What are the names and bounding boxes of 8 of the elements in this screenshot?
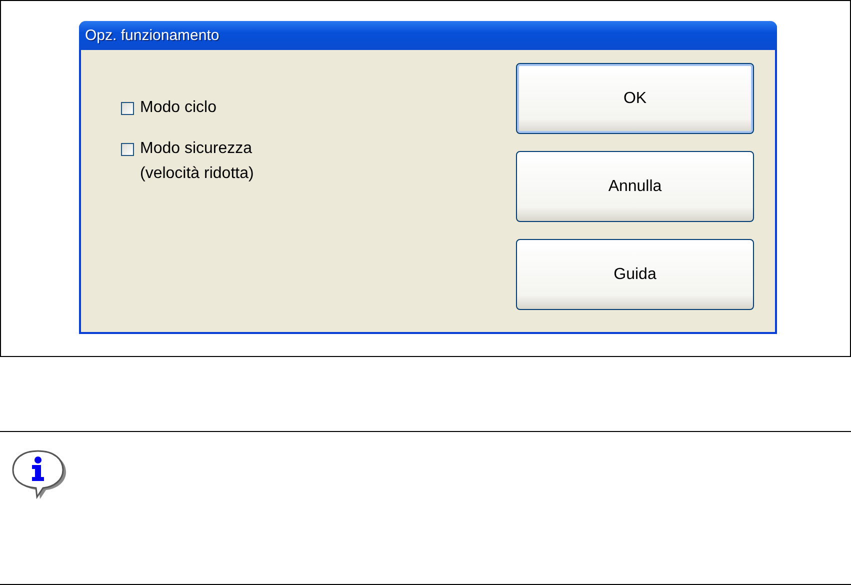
window-title: Opz. funzionamento — [79, 21, 777, 50]
dialog-button[interactable]: Annulla — [516, 151, 754, 222]
checkbox-label[interactable]: Modo sicurezza (velocità ridotta) — [140, 136, 254, 186]
dialog-button[interactable]: OK — [516, 63, 754, 134]
checkbox-label[interactable]: Modo ciclo — [140, 95, 216, 120]
dialog-button[interactable]: Guida — [516, 239, 754, 310]
checkbox[interactable] — [121, 143, 134, 156]
checkbox[interactable] — [121, 102, 134, 115]
